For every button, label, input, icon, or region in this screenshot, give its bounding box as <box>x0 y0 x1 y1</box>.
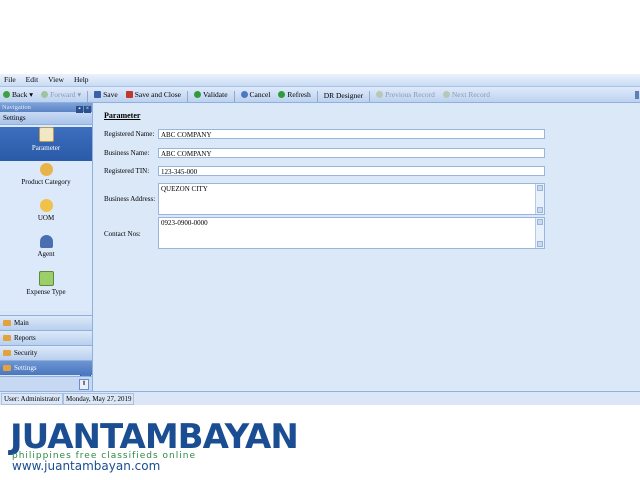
pin-icon[interactable]: ▪ <box>76 106 83 113</box>
nav-group-settings[interactable]: Settings <box>0 360 92 375</box>
contact-nos-scrollbar[interactable] <box>535 218 544 248</box>
folder-icon <box>3 365 11 372</box>
nav-group-security[interactable]: Security <box>0 345 92 360</box>
dr-designer-button[interactable]: DR Designer <box>321 88 366 103</box>
checkmark-icon <box>193 91 201 98</box>
watermark-brand: JUANTAMBAYAN <box>10 417 299 457</box>
menu-file[interactable]: File <box>0 74 20 86</box>
business-name-field[interactable]: ABC COMPANY <box>158 148 545 158</box>
parameter-icon <box>38 127 54 142</box>
watermark-url: www.juantambayan.com <box>12 459 161 473</box>
toolbar-separator <box>316 90 318 102</box>
folder-icon <box>3 350 11 357</box>
business-address-field[interactable]: QUEZON CITY <box>158 183 545 215</box>
toolbar-separator <box>369 90 371 102</box>
folder-icon <box>3 335 11 342</box>
menu-edit[interactable]: Edit <box>22 74 43 86</box>
business-name-label: Business Name: <box>104 149 150 157</box>
close-icon[interactable]: × <box>84 106 91 113</box>
uom-icon <box>39 199 53 212</box>
forward-arrow-icon <box>41 91 49 98</box>
toolbar-separator <box>186 90 188 102</box>
navigation-footer: ⇕ <box>0 376 92 391</box>
business-address-scrollbar[interactable] <box>535 184 544 214</box>
nav-group-reports[interactable]: Reports <box>0 330 92 345</box>
save-close-icon <box>125 91 133 98</box>
back-button[interactable]: Back ▾ <box>0 87 36 102</box>
contact-nos-label: Contact Nos: <box>104 230 141 238</box>
product-category-icon <box>39 163 53 176</box>
watermark-logo: JUANTAMBAYAN philippines free classified… <box>10 417 480 473</box>
registered-name-label: Registered Name: <box>104 130 155 138</box>
next-record-icon <box>442 91 450 98</box>
next-record-button[interactable]: Next Record <box>440 87 493 102</box>
save-button[interactable]: Save <box>91 87 121 102</box>
forward-button[interactable]: Forward ▾ <box>38 87 84 102</box>
navigation-pane: Navigation ▪ × Settings Parameter Product… <box>0 103 93 391</box>
navigation-section-title: Settings <box>0 112 92 125</box>
nav-item-uom[interactable]: UOM <box>0 199 92 233</box>
validate-button[interactable]: Validate <box>191 87 231 102</box>
expense-type-icon <box>38 271 54 286</box>
toolbar: Back ▾ Forward ▾ Save Save and Close Val… <box>0 87 640 103</box>
status-bar: User: Administrator Monday, May 27, 2019 <box>0 391 640 405</box>
previous-record-button[interactable]: Previous Record <box>373 87 438 102</box>
nav-item-parameter[interactable]: Parameter <box>0 127 92 161</box>
nav-item-expense-type[interactable]: Expense Type <box>0 271 92 305</box>
folder-icon <box>3 320 11 327</box>
parameter-form: Parameter Registered Name: ABC COMPANY B… <box>93 103 640 391</box>
contact-nos-field[interactable]: 0923-0900-0000 <box>158 217 545 249</box>
nav-group-main[interactable]: Main <box>0 315 92 330</box>
toolbar-separator <box>233 90 235 102</box>
navigation-header: Navigation ▪ × <box>0 103 92 113</box>
menu-view[interactable]: View <box>44 74 68 86</box>
navigation-item-list: Parameter Product Category UOM Agent Exp… <box>0 125 92 311</box>
menu-help[interactable]: Help <box>70 74 93 86</box>
undo-icon <box>240 91 248 98</box>
save-disk-icon <box>94 91 102 98</box>
navigation-groups: Main Reports Security Settings <box>0 315 92 375</box>
registered-tin-label: Registered TIN: <box>104 167 150 175</box>
agent-person-icon <box>39 235 53 248</box>
status-date: Monday, May 27, 2019 <box>63 393 135 405</box>
registered-tin-field[interactable]: 123-345-000 <box>158 166 545 176</box>
refresh-icon <box>278 91 286 98</box>
configure-buttons-icon[interactable]: ⇕ <box>79 379 89 390</box>
save-and-close-button[interactable]: Save and Close <box>123 87 184 102</box>
business-address-label: Business Address: <box>104 195 156 203</box>
form-title: Parameter <box>104 111 141 120</box>
nav-item-product-category[interactable]: Product Category <box>0 163 92 197</box>
refresh-button[interactable]: Refresh <box>275 87 313 102</box>
toolbar-options-grip[interactable] <box>635 91 639 99</box>
application-window: File Edit View Help Back ▾ Forward ▾ Sav… <box>0 74 640 405</box>
nav-item-agent[interactable]: Agent <box>0 235 92 269</box>
cancel-button[interactable]: Cancel <box>238 87 274 102</box>
status-user: User: Administrator <box>1 393 63 405</box>
menu-bar: File Edit View Help <box>0 74 640 87</box>
registered-name-field[interactable]: ABC COMPANY <box>158 129 545 139</box>
previous-record-icon <box>376 91 384 98</box>
toolbar-separator <box>87 90 89 102</box>
back-arrow-icon <box>3 91 10 98</box>
